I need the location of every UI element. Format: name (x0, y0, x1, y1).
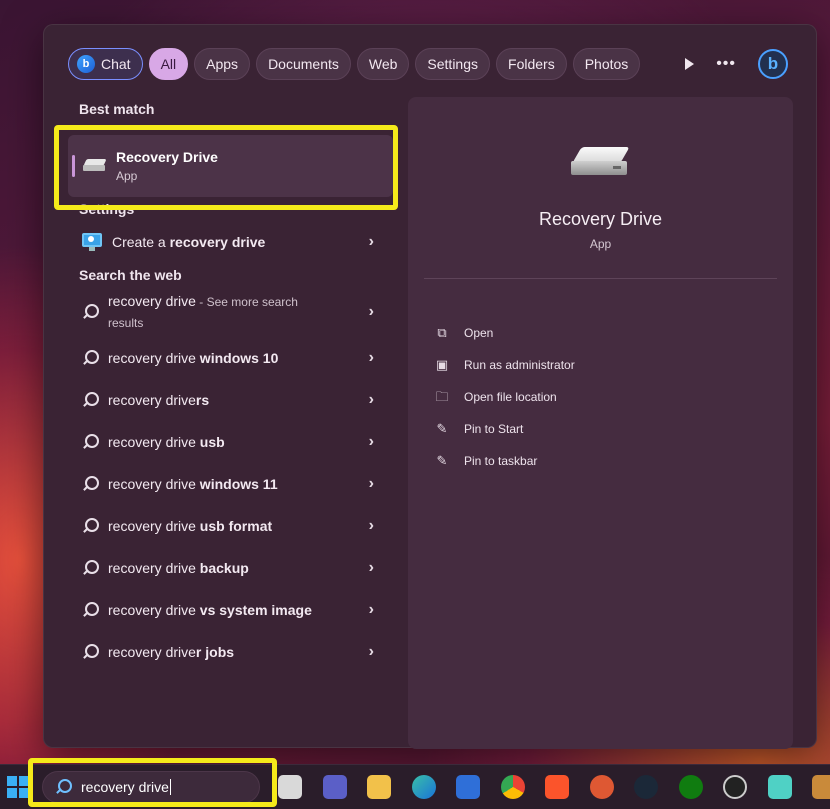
filter-apps[interactable]: Apps (194, 48, 251, 80)
search-icon (82, 350, 99, 366)
web-result-label: recovery driver jobs (108, 644, 235, 660)
chevron-right-icon: › (368, 559, 374, 576)
web-result-label: recovery drive windows 11 (108, 476, 278, 492)
bing-icon: b (77, 55, 95, 73)
action-pin-to-start-label: Pin to Start (464, 422, 524, 436)
web-result-label: recovery drive backup (108, 560, 249, 576)
file-explorer-icon[interactable] (367, 775, 391, 799)
action-run-as-admin[interactable]: ▣ Run as administrator (434, 349, 575, 381)
web-result-label: recovery drive windows 10 (108, 350, 279, 366)
web-result[interactable]: recovery drive usb › (68, 421, 393, 463)
web-result[interactable]: recovery drive backup › (68, 547, 393, 589)
chevron-right-icon: › (368, 517, 374, 534)
action-open-label: Open (464, 326, 494, 340)
search-icon (82, 304, 99, 320)
steam-icon[interactable] (634, 775, 658, 799)
highlight-box-best-match (54, 125, 398, 210)
duckduckgo-icon[interactable] (589, 775, 614, 799)
web-result-label: recovery drive - See more search results (108, 293, 298, 330)
filter-chat-label: Chat (101, 56, 131, 72)
pin-icon: ✎ (436, 421, 448, 436)
filter-bar: b Chat All Apps Documents Web Settings F… (68, 47, 641, 81)
play-icon[interactable] (685, 58, 695, 70)
web-result-label: recovery drive vs system image (108, 602, 312, 618)
web-result[interactable]: recovery drive windows 10 › (68, 337, 393, 379)
web-result-label: recovery drive usb format (108, 518, 273, 534)
search-icon (82, 518, 99, 534)
windows-start-icon[interactable] (7, 776, 29, 798)
preview-pane: Recovery Drive App ⧉ Open ▣ Run as admin… (408, 97, 793, 749)
best-match-heading: Best match (79, 101, 155, 117)
filter-all[interactable]: All (148, 48, 189, 80)
bing-chat-icon[interactable]: b (758, 49, 788, 79)
chevron-right-icon: › (368, 303, 374, 320)
divider (424, 278, 777, 279)
edge-icon[interactable] (411, 775, 436, 799)
search-icon (82, 602, 99, 618)
filter-folders[interactable]: Folders (496, 48, 567, 80)
settings-result-create-recovery-drive[interactable]: Create a recovery drive › (68, 221, 393, 263)
app-icon[interactable] (767, 775, 792, 799)
filter-settings[interactable]: Settings (415, 48, 491, 80)
search-icon (82, 434, 99, 450)
filter-chat[interactable]: b Chat (68, 48, 143, 80)
settings-monitor-icon (82, 233, 102, 251)
web-result-label: recovery drive usb (108, 434, 225, 450)
web-result-label: recovery drivers (108, 392, 210, 408)
microsoft-store-icon[interactable] (456, 775, 480, 799)
web-result[interactable]: recovery drive - See more search results… (68, 287, 393, 337)
more-options-icon[interactable]: ••• (716, 55, 736, 73)
filter-web[interactable]: Web (356, 48, 410, 80)
preview-title: Recovery Drive (538, 209, 663, 229)
search-icon (82, 560, 99, 576)
preview-type: App (589, 237, 612, 251)
taskbar-apps (278, 772, 830, 802)
web-heading: Search the web (79, 267, 182, 283)
teams-chat-icon[interactable] (322, 775, 347, 799)
action-pin-to-taskbar-label: Pin to taskbar (464, 454, 538, 468)
drive-large-icon (571, 147, 631, 179)
action-pin-to-taskbar[interactable]: ✎ Pin to taskbar (434, 445, 575, 477)
web-result[interactable]: recovery driver jobs › (68, 631, 393, 673)
action-run-as-admin-label: Run as administrator (464, 358, 575, 372)
filter-documents[interactable]: Documents (256, 48, 351, 80)
chevron-right-icon: › (368, 349, 374, 366)
search-icon (82, 644, 99, 660)
preview-actions: ⧉ Open ▣ Run as administrator 🗀 Open fil… (434, 317, 575, 477)
chevron-right-icon: › (368, 475, 374, 492)
task-view-icon[interactable] (278, 775, 302, 799)
action-open-file-location[interactable]: 🗀 Open file location (434, 381, 575, 413)
search-icon (82, 392, 99, 408)
settings-result-label: Create a recovery drive (112, 234, 266, 250)
action-pin-to-start[interactable]: ✎ Pin to Start (434, 413, 575, 445)
folder-icon: 🗀 (435, 389, 449, 404)
chrome-icon[interactable] (500, 775, 525, 799)
speedometer-icon[interactable] (723, 775, 747, 799)
chevron-right-icon: › (368, 601, 374, 618)
action-open[interactable]: ⧉ Open (434, 317, 575, 349)
filter-photos[interactable]: Photos (572, 48, 641, 80)
web-result[interactable]: recovery drive vs system image › (68, 589, 393, 631)
chevron-right-icon: › (368, 233, 374, 250)
web-result[interactable]: recovery drivers › (68, 379, 393, 421)
chevron-right-icon: › (368, 433, 374, 450)
chevron-right-icon: › (368, 643, 374, 660)
web-result[interactable]: recovery drive usb format › (68, 505, 393, 547)
chevron-right-icon: › (368, 391, 374, 408)
open-external-icon: ⧉ (437, 325, 447, 340)
pin-icon: ✎ (436, 453, 448, 468)
action-open-file-location-label: Open file location (464, 390, 557, 404)
app-icon[interactable] (812, 775, 830, 799)
search-icon (82, 476, 99, 492)
shield-icon: ▣ (435, 357, 449, 372)
top-right-controls: ••• b (685, 47, 788, 81)
web-result[interactable]: recovery drive windows 11 › (68, 463, 393, 505)
xbox-icon[interactable] (678, 775, 703, 799)
highlight-box-search (28, 758, 277, 807)
brave-icon[interactable] (545, 775, 569, 799)
